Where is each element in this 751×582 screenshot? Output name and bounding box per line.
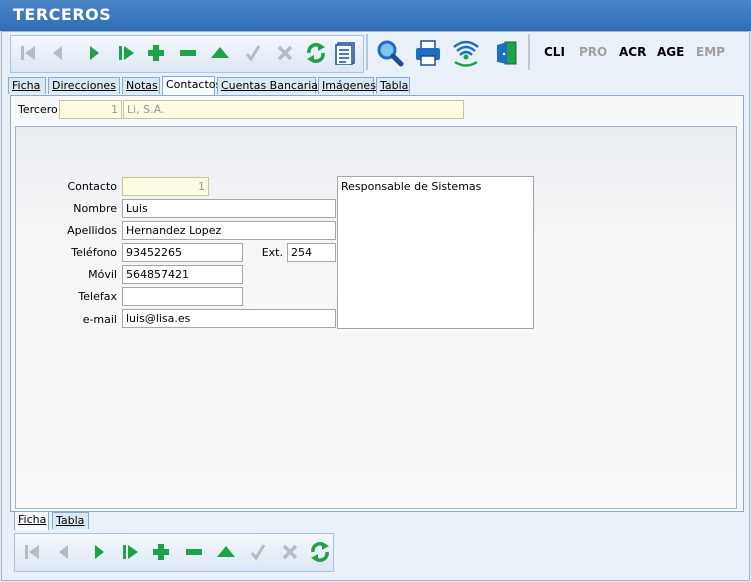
tab-label: Ficha [12,79,41,92]
tab-label: Tabla [380,79,409,92]
first-record-icon[interactable] [18,538,46,566]
refresh-icon[interactable] [306,538,334,566]
confirm-icon[interactable] [244,538,272,566]
add-record-icon[interactable] [142,39,170,67]
next-record-icon[interactable] [80,39,108,67]
exit-door-icon[interactable] [490,37,522,69]
nombre-label: Nombre [73,202,117,215]
tab-direcciones[interactable]: Direcciones [48,77,120,94]
window-title: TERCEROS [13,5,112,24]
telefax-label: Telefax [78,290,117,303]
previous-record-icon[interactable] [44,39,72,67]
cancel-icon[interactable] [276,538,304,566]
delete-record-icon[interactable] [174,39,202,67]
module-cli-button[interactable]: CLI [544,45,565,59]
module-emp-button[interactable]: EMP [696,45,725,59]
last-record-icon[interactable] [112,39,140,67]
tab-label: Imágenes [322,79,376,92]
wireless-icon[interactable] [450,37,482,69]
ext-label: Ext. [261,246,283,259]
list-view-icon[interactable] [331,39,359,67]
last-record-icon[interactable] [116,538,144,566]
search-icon[interactable] [374,37,406,69]
nombre-field[interactable]: Luis [122,199,336,218]
toolbar-separator [528,34,530,70]
contacto-label: Contacto [67,180,117,193]
bottom-tab-tabla[interactable]: Tabla [52,512,89,529]
tab-label: Contactos [166,78,222,91]
tab-label: Notas [126,79,158,92]
tab-imagenes[interactable]: Imágenes [318,77,376,94]
ext-field[interactable]: 254 [287,243,336,262]
title-bar: TERCEROS [0,0,751,31]
tab-cuentas-bancarias[interactable]: Cuentas Bancarias [217,77,324,94]
previous-record-icon[interactable] [50,538,78,566]
tercero-label: Tercero [18,103,58,116]
record-toolbar [10,35,364,73]
tercero-id-field[interactable]: 1 [59,100,122,119]
module-acr-button[interactable]: ACR [619,45,646,59]
telefono-field[interactable]: 93452265 [122,243,243,262]
confirm-icon[interactable] [239,39,267,67]
notes-memo[interactable]: Responsable de Sistemas [337,176,534,329]
contacto-field[interactable]: 1 [122,177,209,196]
tab-label: Ficha [18,513,47,526]
tab-ficha[interactable]: Ficha [8,77,46,94]
first-record-icon[interactable] [14,39,42,67]
module-age-button[interactable]: AGE [657,45,684,59]
delete-record-icon[interactable] [180,538,208,566]
email-label: e-mail [82,313,117,326]
movil-field[interactable]: 564857421 [122,265,243,284]
tab-label: Direcciones [52,79,116,92]
print-icon[interactable] [412,37,444,69]
tab-tabla[interactable]: Tabla [376,77,410,94]
telefono-label: Teléfono [71,246,117,259]
cancel-icon[interactable] [271,39,299,67]
bottom-record-toolbar [14,533,334,572]
tercero-name-field[interactable]: Li, S.A. [123,100,464,119]
bottom-tab-ficha[interactable]: Ficha [14,511,49,530]
tab-label: Cuentas Bancarias [221,79,324,92]
apellidos-field[interactable]: Hernandez Lopez [122,221,336,240]
edit-record-icon[interactable] [206,39,234,67]
telefax-field[interactable] [122,287,243,306]
add-record-icon[interactable] [147,538,175,566]
email-field[interactable]: luis@lisa.es [122,309,336,328]
tab-contactos[interactable]: Contactos [162,76,221,95]
apellidos-label: Apellidos [67,224,117,237]
toolbar-separator [366,34,368,70]
movil-label: Móvil [88,268,117,281]
refresh-icon[interactable] [302,39,330,67]
edit-record-icon[interactable] [212,538,240,566]
tab-label: Tabla [56,514,85,527]
next-record-icon[interactable] [85,538,113,566]
tab-notas[interactable]: Notas [122,77,160,94]
module-pro-button[interactable]: PRO [579,45,607,59]
